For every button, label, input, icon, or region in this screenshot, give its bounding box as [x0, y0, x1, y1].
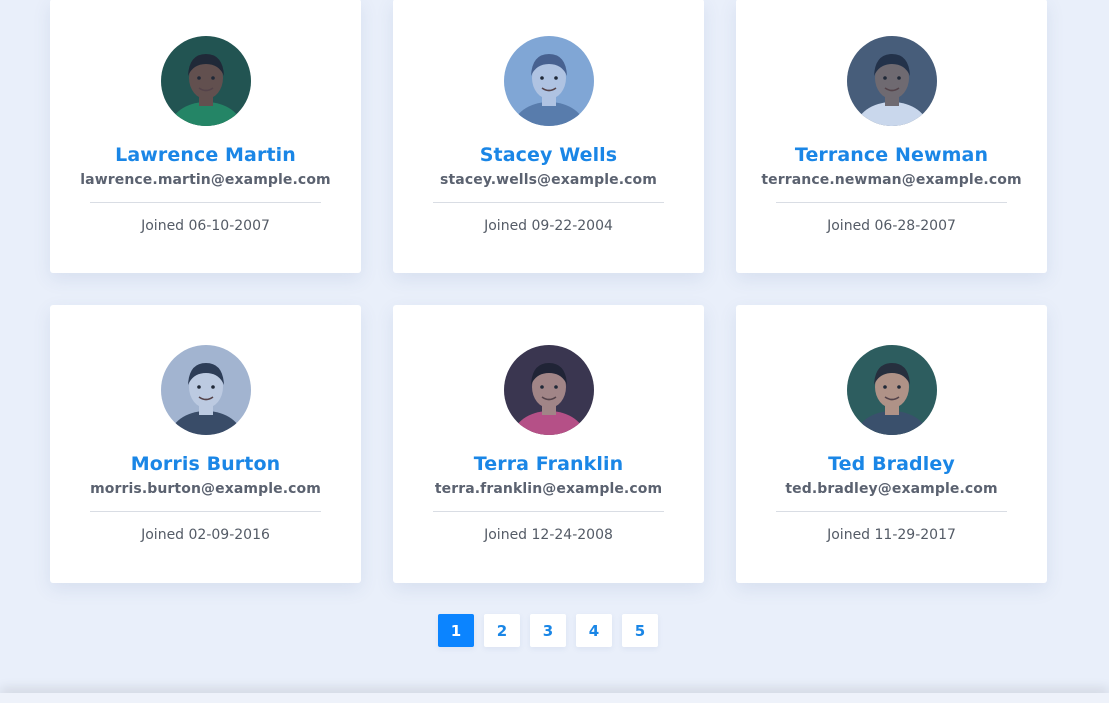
avatar-portrait: [160, 345, 251, 435]
user-email: terrance.newman@example.com: [761, 172, 1022, 188]
pagination: 1 2 3 4 5: [438, 614, 658, 647]
avatar-portrait: [503, 36, 594, 126]
user-joined-date: Joined 06-10-2007: [141, 218, 270, 234]
user-email: stacey.wells@example.com: [440, 172, 657, 188]
user-name[interactable]: Terrance Newman: [795, 143, 988, 167]
page-button-2[interactable]: 2: [484, 614, 520, 647]
user-card: Terrance Newman terrance.newman@example.…: [736, 0, 1047, 273]
card-divider: [90, 202, 321, 203]
user-avatar: [503, 345, 594, 435]
avatar-portrait: [160, 36, 251, 126]
user-joined-date: Joined 06-28-2007: [827, 218, 956, 234]
user-email: terra.franklin@example.com: [434, 481, 663, 497]
page-button-1[interactable]: 1: [438, 614, 474, 647]
user-avatar: [160, 345, 251, 435]
user-avatar: [846, 36, 937, 126]
avatar-portrait: [846, 345, 937, 435]
user-card: Lawrence Martin lawrence.martin@example.…: [50, 0, 361, 273]
user-card: Ted Bradley ted.bradley@example.com Join…: [736, 305, 1047, 583]
user-email: ted.bradley@example.com: [785, 481, 998, 497]
user-joined-date: Joined 02-09-2016: [141, 527, 270, 543]
avatar-portrait: [846, 36, 937, 126]
card-divider: [776, 202, 1007, 203]
user-joined-date: Joined 09-22-2004: [484, 218, 613, 234]
page-button-3[interactable]: 3: [530, 614, 566, 647]
user-email: lawrence.martin@example.com: [80, 172, 331, 188]
user-email: morris.burton@example.com: [90, 481, 321, 497]
page-button-4[interactable]: 4: [576, 614, 612, 647]
user-joined-date: Joined 12-24-2008: [484, 527, 613, 543]
user-joined-date: Joined 11-29-2017: [827, 527, 956, 543]
user-card: Morris Burton morris.burton@example.com …: [50, 305, 361, 583]
card-divider: [433, 511, 664, 512]
user-card-grid: Lawrence Martin lawrence.martin@example.…: [50, 0, 1047, 583]
user-avatar: [846, 345, 937, 435]
user-name[interactable]: Ted Bradley: [828, 452, 955, 476]
user-card: Stacey Wells stacey.wells@example.com Jo…: [393, 0, 704, 273]
card-divider: [90, 511, 321, 512]
user-name[interactable]: Stacey Wells: [480, 143, 617, 167]
user-name[interactable]: Morris Burton: [131, 452, 280, 476]
user-avatar: [503, 36, 594, 126]
user-name[interactable]: Lawrence Martin: [115, 143, 296, 167]
user-card: Terra Franklin terra.franklin@example.co…: [393, 305, 704, 583]
card-divider: [433, 202, 664, 203]
card-divider: [776, 511, 1007, 512]
page-button-5[interactable]: 5: [622, 614, 658, 647]
footer-edge: [0, 693, 1109, 703]
user-name[interactable]: Terra Franklin: [474, 452, 624, 476]
user-avatar: [160, 36, 251, 126]
avatar-portrait: [503, 345, 594, 435]
